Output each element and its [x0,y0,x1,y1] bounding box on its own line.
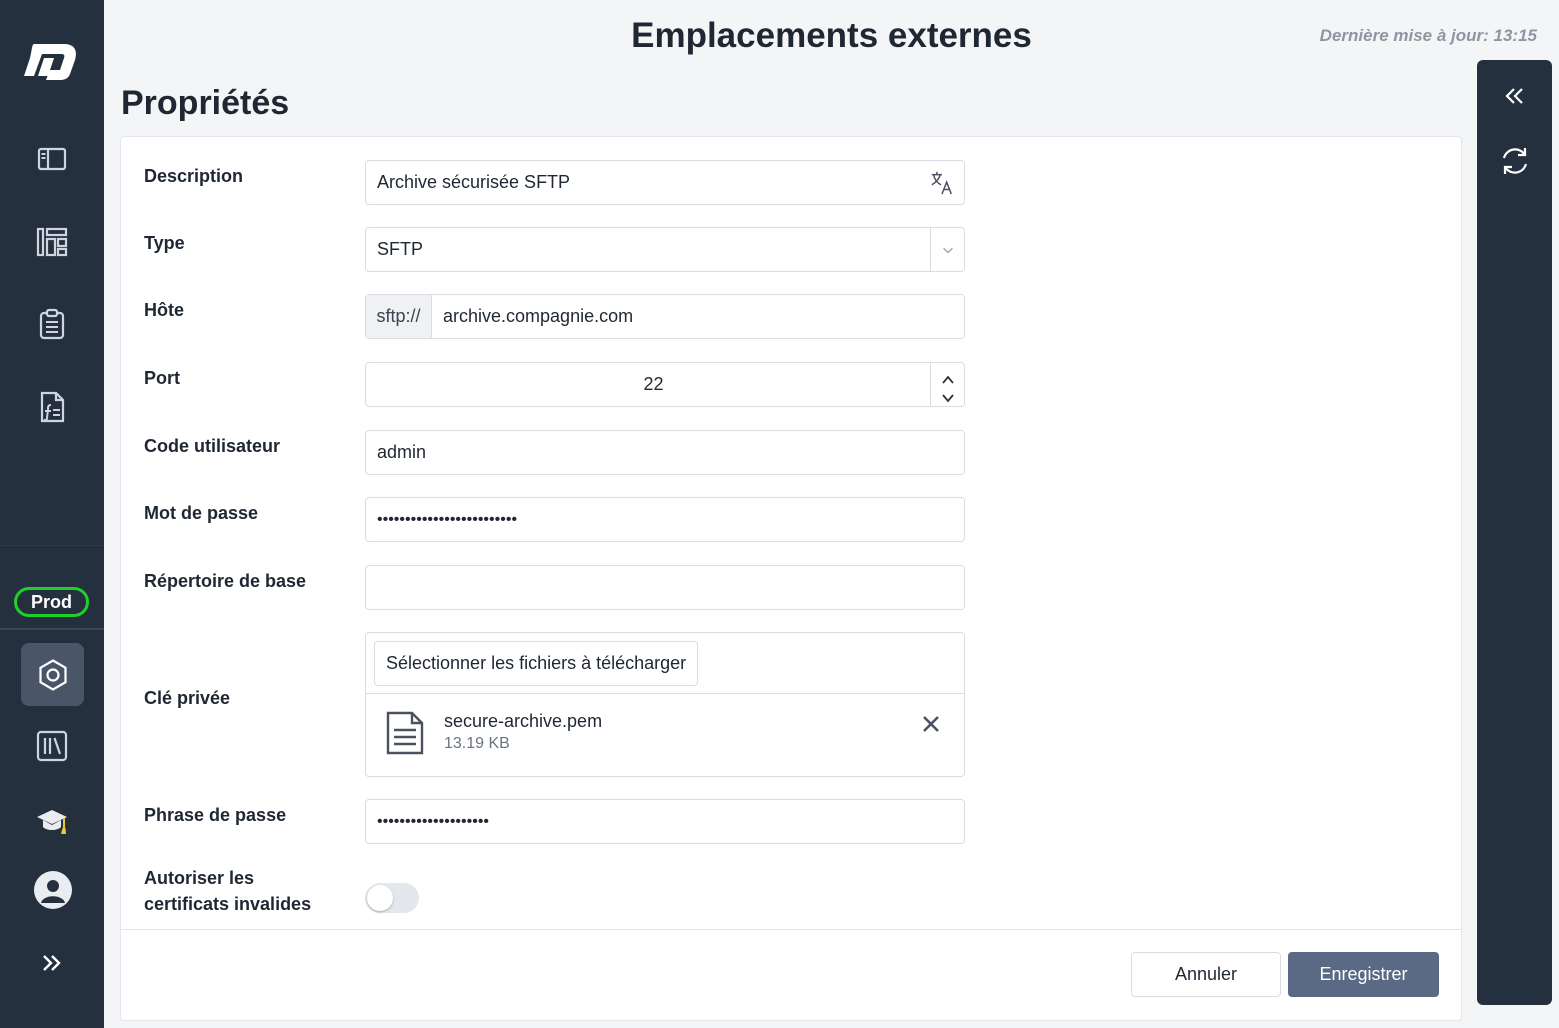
app-logo[interactable] [20,36,84,84]
description-field[interactable]: Archive sécurisée SFTP [365,160,965,205]
library-icon [36,730,68,762]
select-files-button[interactable]: Sélectionner les fichiers à télécharger [374,641,699,686]
file-name: secure-archive.pem [444,711,603,731]
port-stepper[interactable]: 22 [365,362,965,407]
host-label: Hôte [144,300,184,320]
environment-badge[interactable]: Prod [14,587,89,617]
refresh-icon [1502,148,1528,174]
type-label: Type [144,233,185,253]
sidebar-expand-button[interactable] [27,938,77,988]
chevron-up-icon [941,375,954,384]
file-size: 13.19 KB [444,735,510,752]
form-footer-divider [121,929,1461,930]
translate-icon [931,171,952,194]
user-avatar-icon[interactable] [34,871,72,909]
toggle-knob [367,885,393,911]
properties-form-card: Description Archive sécurisée SFTP Type … [120,136,1462,1021]
allow-invalid-certs-label-line2: certificats invalides [144,894,312,914]
settings-hexagon-icon [38,658,67,691]
function-document-icon [40,391,65,423]
base-directory-field[interactable] [365,565,965,610]
clipboard-icon [39,308,65,340]
last-update-timestamp: Dernière mise à jour: 13:15 [1319,26,1537,45]
private-key-upload: Sélectionner les fichiers à télécharger … [365,632,965,777]
type-value: SFTP [377,239,424,259]
passphrase-field[interactable]: •••••••••••••••••••• [365,799,965,844]
chevron-down-icon [941,393,954,402]
sidebar-item-settings[interactable] [21,643,84,706]
allow-invalid-certs-label-line1: Autoriser les [144,868,255,888]
sidebar-item-panel[interactable] [27,134,77,184]
increment-button[interactable] [940,370,956,384]
description-label: Description [144,166,244,186]
port-label: Port [144,368,180,388]
collapse-panel-button[interactable] [1495,76,1535,116]
sidebar-item-tasks[interactable] [27,299,77,349]
host-field[interactable]: sftp:// archive.compagnie.com [365,294,965,339]
left-sidebar: Prod [0,0,104,1028]
dashboard-icon [36,227,68,257]
sidebar-item-training[interactable] [27,796,77,846]
base-directory-label: Répertoire de base [144,571,307,591]
type-select[interactable]: SFTP [365,227,965,272]
section-title: Propriétés [121,84,290,122]
sidebar-item-library[interactable] [27,721,77,771]
chevron-down-icon[interactable] [930,228,964,271]
remove-file-button[interactable] [920,713,942,735]
sidebar-item-formulas[interactable] [27,382,77,432]
passphrase-value: •••••••••••••••••••• [377,812,490,830]
cancel-button[interactable]: Annuler [1131,952,1281,997]
graduation-cap-icon [37,810,67,834]
refresh-button[interactable] [1495,141,1535,181]
passphrase-label: Phrase de passe [144,805,287,825]
password-label: Mot de passe [144,503,259,523]
allow-invalid-certs-toggle[interactable] [365,883,419,913]
user-code-field[interactable]: admin [365,430,965,475]
sidebar-divider [0,628,104,630]
right-panel [1477,60,1552,1005]
expand-double-chevron-icon [43,955,61,971]
upload-divider [366,693,964,694]
file-document-icon [386,711,424,755]
user-code-value: admin [377,442,427,462]
user-code-label: Code utilisateur [144,436,281,456]
password-value: ••••••••••••••••••••••••• [377,510,518,528]
description-value: Archive sécurisée SFTP [377,172,571,192]
allow-invalid-certs-label: Autoriser les certificats invalides [144,865,311,917]
decrement-button[interactable] [940,388,956,402]
host-value: archive.compagnie.com [443,306,634,326]
collapse-double-chevron-icon [1505,88,1523,104]
save-button[interactable]: Enregistrer [1288,952,1439,997]
port-spinner [930,363,964,406]
password-field[interactable]: ••••••••••••••••••••••••• [365,497,965,542]
port-value: 22 [643,374,664,394]
translate-button[interactable] [920,161,964,204]
close-icon [923,716,939,732]
private-key-label: Clé privée [144,688,231,708]
host-protocol-prefix: sftp:// [366,295,432,338]
sidebar-divider [0,545,104,546]
sidebar-item-dashboard[interactable] [27,217,77,267]
sidebar-panel-icon [37,147,67,171]
